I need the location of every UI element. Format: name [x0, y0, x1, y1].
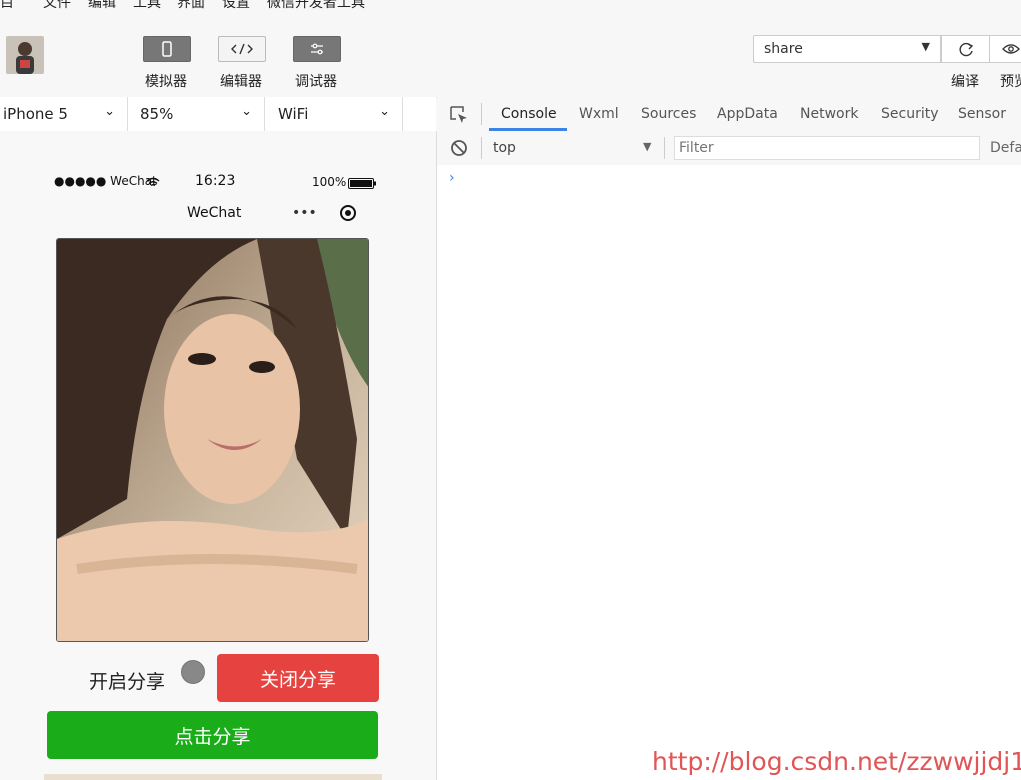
- console-prompt-icon: ›: [449, 170, 455, 186]
- project-select[interactable]: share ▼: [753, 35, 941, 63]
- network-value: WiFi: [278, 105, 309, 123]
- zoom-select[interactable]: 85% ⌄: [128, 97, 265, 131]
- caret-down-icon[interactable]: ▼: [643, 140, 651, 153]
- share-toggle[interactable]: [181, 660, 205, 684]
- share-image: [56, 238, 369, 642]
- device-model-select[interactable]: iPhone 5 ⌄: [0, 97, 128, 131]
- preview-button[interactable]: [990, 35, 1021, 63]
- refresh-icon: [959, 42, 974, 57]
- toolbar-separator: [481, 137, 482, 159]
- device-bar: iPhone 5 ⌄ 85% ⌄ WiFi ⌄: [0, 97, 436, 132]
- close-share-button[interactable]: 关闭分享: [217, 654, 379, 702]
- main-toolbar: 模拟器 编辑器 调试器 share ▼ 编译 预览: [0, 20, 1021, 97]
- clock-text: 16:23: [195, 173, 236, 189]
- caret-down-icon: ▼: [921, 40, 930, 53]
- tab-appdata[interactable]: AppData: [717, 106, 778, 122]
- toolbar-separator: [664, 137, 665, 159]
- log-levels-select[interactable]: Defa: [990, 140, 1021, 156]
- simulator-label: 模拟器: [145, 74, 187, 90]
- tab-sensor[interactable]: Sensor: [958, 106, 1006, 122]
- capsule-close-icon[interactable]: [340, 205, 356, 221]
- simulator-panel: ●●●●● WeChat 16:23 100% WeChat ••• 开启分享 …: [0, 131, 437, 780]
- editor-label: 编辑器: [220, 74, 262, 90]
- chevron-down-icon: ⌄: [241, 104, 252, 119]
- debugger-label: 调试器: [295, 74, 337, 90]
- console-filter-input[interactable]: [674, 136, 980, 160]
- console-output[interactable]: ›: [437, 165, 1021, 780]
- compile-label: 编译: [951, 74, 979, 90]
- context-select-value[interactable]: top: [493, 140, 516, 156]
- menu-item-file[interactable]: 文件: [43, 0, 71, 12]
- tab-wxml[interactable]: Wxml: [579, 106, 619, 122]
- share-button[interactable]: 点击分享: [47, 711, 378, 759]
- tab-network[interactable]: Network: [800, 106, 858, 122]
- avatar[interactable]: [6, 36, 44, 74]
- menu-item-tools[interactable]: 工具: [133, 0, 161, 12]
- network-select[interactable]: WiFi ⌄: [265, 97, 403, 131]
- tab-console[interactable]: Console: [501, 106, 557, 122]
- battery-icon: [348, 178, 376, 189]
- editor-button[interactable]: [218, 36, 266, 62]
- chevron-down-icon: ⌄: [104, 104, 115, 119]
- tab-separator: [481, 103, 482, 125]
- console-toolbar: top ▼ Defa: [437, 131, 1021, 166]
- tab-security[interactable]: Security: [881, 106, 939, 122]
- menu-item-project[interactable]: 项目: [0, 0, 14, 12]
- more-dots-icon[interactable]: •••: [292, 205, 317, 221]
- battery-text: 100%: [312, 175, 347, 189]
- sliders-icon: [311, 43, 323, 55]
- menu-item-view[interactable]: 界面: [177, 0, 205, 12]
- simulator-button[interactable]: [143, 36, 191, 62]
- watermark-text: http://blog.csdn.net/zzwwjjdj1: [652, 747, 1021, 776]
- preview-label: 预览: [1000, 74, 1021, 90]
- menu-item-wechat-devtools[interactable]: 微信开发者工具: [267, 0, 365, 12]
- phone-status-bar: ●●●●● WeChat 16:23 100%: [54, 173, 379, 192]
- devtools-tab-bar: Console Wxml Sources AppData Network Sec…: [437, 97, 1021, 132]
- carrier-text: ●●●●● WeChat: [54, 174, 157, 188]
- nav-title: WeChat: [187, 205, 242, 221]
- wifi-icon: [146, 177, 160, 187]
- debugger-button[interactable]: [293, 36, 341, 62]
- zoom-value: 85%: [140, 105, 174, 123]
- menu-item-settings[interactable]: 设置: [222, 0, 250, 12]
- chevron-down-icon: ⌄: [379, 104, 390, 119]
- share-on-label: 开启分享: [89, 671, 166, 693]
- clear-console-icon[interactable]: [450, 139, 468, 157]
- project-select-value: share: [764, 41, 803, 57]
- bottom-image-strip: [44, 774, 382, 780]
- menu-bar: 项目 文件 编辑 工具 界面 设置 微信开发者工具: [0, 0, 1021, 12]
- code-icon: [231, 43, 253, 55]
- menu-item-edit[interactable]: 编辑: [88, 0, 116, 12]
- phone-icon: [162, 41, 172, 57]
- compile-button[interactable]: [941, 35, 990, 63]
- inspect-element-icon[interactable]: [449, 105, 469, 125]
- tab-sources[interactable]: Sources: [641, 106, 696, 122]
- eye-icon: [1002, 44, 1020, 54]
- device-model-value: iPhone 5: [3, 105, 68, 123]
